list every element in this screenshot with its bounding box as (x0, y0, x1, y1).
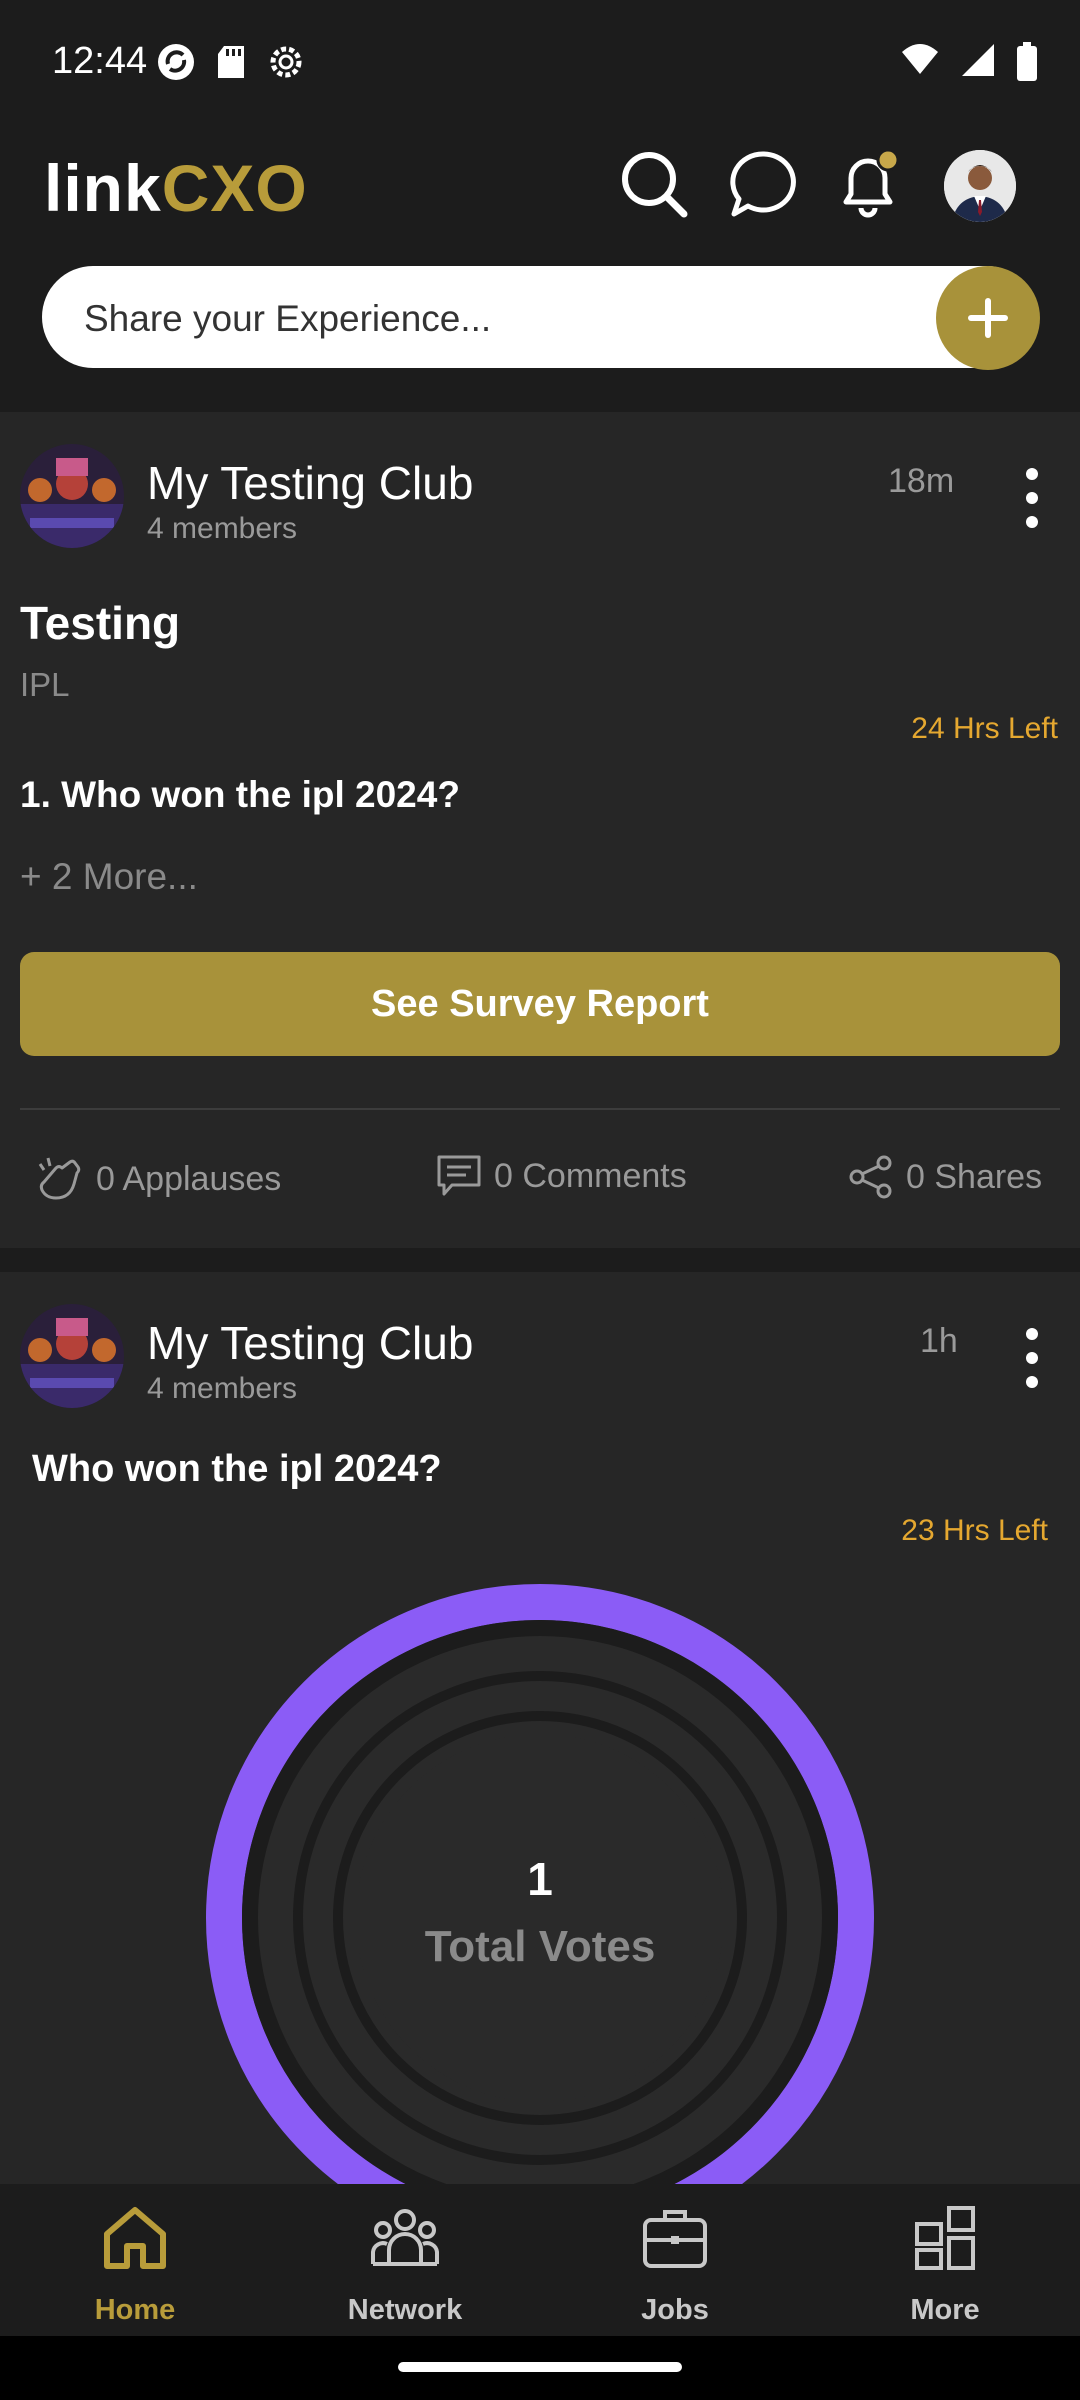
time-left: 23 Hrs Left (901, 1514, 1048, 1547)
post-time: 18m (888, 462, 955, 500)
bottom-navigation: Home Network Jobs More (0, 2184, 1080, 2336)
club-members: 4 members (147, 512, 298, 545)
post-menu-icon[interactable] (1018, 468, 1046, 528)
status-bar: 12:44 (0, 0, 1080, 130)
applause-count: 0 Applauses (96, 1159, 282, 1198)
share-icon (849, 1155, 892, 1199)
survey-subtitle: IPL (20, 666, 70, 703)
poll-question: Who won the ipl 2024? (32, 1448, 442, 1490)
divider (20, 1108, 1060, 1110)
status-time: 12:44 (52, 40, 148, 82)
chart-center (356, 1734, 724, 2102)
search-icon[interactable] (618, 148, 690, 220)
status-icons-left (156, 42, 306, 82)
survey-post-card: My Testing Club 4 members 18m Testing IP… (0, 412, 1080, 1248)
bell-icon[interactable] (832, 148, 904, 220)
comment-icon (437, 1155, 481, 1196)
club-name[interactable]: My Testing Club (147, 1316, 473, 1370)
plus-icon (968, 298, 1008, 338)
see-survey-report-button[interactable]: See Survey Report (20, 952, 1060, 1056)
linkcxo-logo[interactable]: linkCXO (44, 150, 308, 226)
home-icon (104, 2207, 166, 2269)
nav-home[interactable]: Home (0, 2184, 270, 2336)
club-avatar[interactable] (20, 1304, 124, 1408)
shares-count: 0 Shares (906, 1157, 1043, 1196)
chat-icon[interactable] (728, 148, 800, 220)
survey-question: 1. Who won the ipl 2024? (20, 774, 460, 815)
applause-button[interactable]: 0 Applauses (34, 1154, 281, 1204)
gesture-area (0, 2336, 1080, 2400)
add-post-button[interactable] (936, 266, 1040, 370)
club-avatar[interactable] (20, 444, 124, 548)
signal-icon (962, 44, 994, 76)
grid-icon (915, 2206, 975, 2270)
home-gesture-bar[interactable] (398, 2362, 682, 2372)
battery-icon (1017, 42, 1037, 81)
nav-home-label: Home (94, 2294, 176, 2326)
settings-icon (270, 46, 302, 78)
nav-jobs[interactable]: Jobs (540, 2184, 810, 2336)
time-left: 24 Hrs Left (911, 712, 1058, 745)
sd-card-icon (218, 46, 244, 78)
nav-more[interactable]: More (810, 2184, 1080, 2336)
nav-network-label: Network (347, 2294, 463, 2326)
post-time: 1h (920, 1322, 958, 1360)
more-questions-link[interactable]: + 2 More... (20, 856, 198, 898)
nav-more-label: More (910, 2294, 980, 2326)
comments-button[interactable]: 0 Comments (436, 1154, 687, 1198)
briefcase-icon (643, 2210, 707, 2268)
network-icon (371, 2209, 439, 2266)
profile-avatar[interactable] (944, 150, 1016, 222)
share-placeholder: Share your Experience... (84, 298, 492, 339)
nav-jobs-label: Jobs (641, 2294, 709, 2326)
wifi-icon (902, 44, 938, 74)
comments-count: 0 Comments (494, 1156, 687, 1195)
sync-icon (158, 44, 194, 80)
clap-icon (38, 1157, 81, 1200)
club-members: 4 members (147, 1372, 298, 1405)
survey-title: Testing (20, 597, 181, 649)
share-button[interactable]: 0 Shares (848, 1154, 1042, 1200)
total-votes-label: Total Votes (424, 1922, 656, 1971)
nav-network[interactable]: Network (270, 2184, 540, 2336)
total-votes-number: 1 (527, 1853, 553, 1905)
club-name[interactable]: My Testing Club (147, 456, 473, 510)
share-experience-input[interactable]: Share your Experience... (42, 266, 1040, 370)
post-menu-icon[interactable] (1018, 1328, 1046, 1388)
app-header: linkCXO Share your Experience... (0, 130, 1080, 410)
status-icons-right (900, 42, 1038, 82)
poll-post-card: My Testing Club 4 members 1h Who won the… (0, 1272, 1080, 2184)
